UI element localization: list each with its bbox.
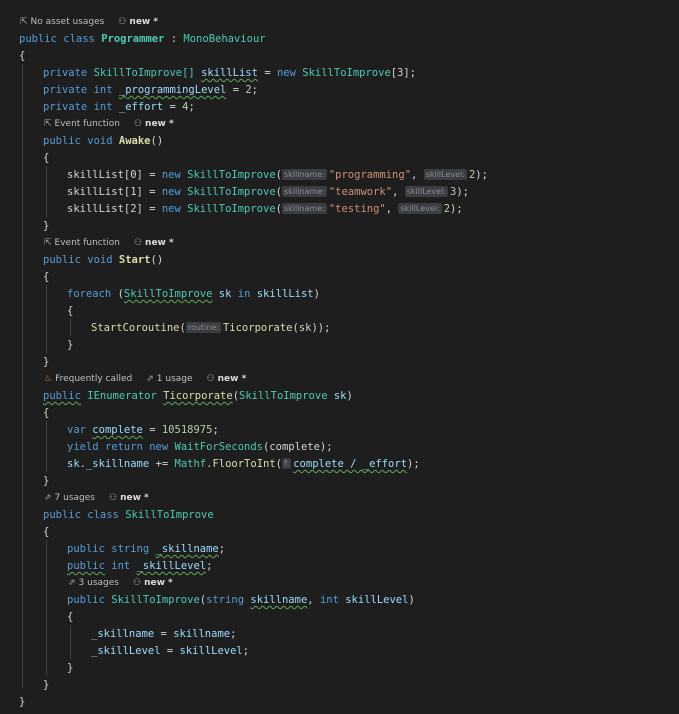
- inlay-hint: skillname:: [281, 186, 327, 197]
- codelens-skilltoimprove: ⇗ 7 usages ⚇ new *: [44, 490, 163, 507]
- event-function-link[interactable]: ⇱ Event function: [44, 116, 120, 133]
- codelens-programmer: ⇱ No asset usages ⚇ new *: [20, 14, 172, 31]
- person-icon: ⚇: [108, 493, 118, 503]
- author-info[interactable]: ⚇ new *: [134, 235, 174, 252]
- code-line[interactable]: _skillLevel = skillLevel;: [91, 643, 249, 660]
- person-icon: ⚇: [206, 374, 215, 384]
- indent-guide: [46, 540, 47, 676]
- event-icon: ⇱: [44, 119, 52, 129]
- indent-guide: [22, 64, 23, 688]
- code-line[interactable]: public int _skillLevel;: [67, 558, 212, 575]
- code-line[interactable]: }: [67, 660, 73, 677]
- code-line[interactable]: }: [43, 473, 49, 490]
- inlay-hint: skillLevel:: [423, 169, 467, 180]
- indent-guide: [70, 625, 71, 659]
- author-info[interactable]: ⚇ new *: [109, 490, 149, 507]
- code-line[interactable]: private int _effort = 4;: [43, 99, 195, 116]
- code-line[interactable]: {: [19, 48, 25, 65]
- person-icon: ⚇: [133, 238, 143, 248]
- frequently-called-info[interactable]: ♨ Frequently called: [44, 371, 132, 388]
- code-line[interactable]: private int _programmingLevel = 2;: [43, 82, 258, 99]
- author-info[interactable]: ⚇ new *: [133, 575, 173, 592]
- code-line[interactable]: skillList[2] = new SkillToImprove(skilln…: [67, 201, 463, 218]
- usages-link[interactable]: ⇗ 1 usage: [146, 371, 192, 388]
- code-line[interactable]: }: [43, 218, 49, 235]
- codelens-awake: ⇱ Event function ⚇ new *: [44, 116, 188, 133]
- code-line[interactable]: }: [67, 337, 73, 354]
- external-link-icon: ⇗: [146, 374, 154, 384]
- inlay-hint: routine:: [185, 322, 221, 333]
- codelens-start: ⇱ Event function ⚇ new *: [44, 235, 188, 252]
- event-function-link[interactable]: ⇱ Event function: [44, 235, 120, 252]
- codelens-ticorporate: ♨ Frequently called ⇗ 1 usage ⚇ new *: [44, 371, 260, 388]
- code-line[interactable]: public SkillToImprove(string skillname, …: [67, 592, 415, 609]
- code-editor[interactable]: ⇱ No asset usages ⚇ new * public class Prog…: [0, 0, 679, 714]
- author-info[interactable]: ⚇ new *: [134, 116, 174, 133]
- external-link-icon: ⇗: [68, 578, 76, 588]
- code-line[interactable]: sk._skillname += Mathf.FloorToInt(f: comp…: [67, 456, 420, 473]
- person-icon: ⚇: [132, 578, 142, 588]
- inlay-hint: f:: [282, 458, 292, 469]
- code-line[interactable]: var complete = 10518975;: [67, 422, 219, 439]
- code-line[interactable]: }: [19, 694, 25, 711]
- external-link-icon: ⇗: [44, 493, 52, 503]
- usages-link[interactable]: ⇗ 3 usages: [68, 575, 119, 592]
- usages-link[interactable]: ⇗ 7 usages: [44, 490, 95, 507]
- code-line[interactable]: {: [43, 150, 49, 167]
- code-line[interactable]: yield return new WaitForSeconds(complete…: [67, 439, 333, 456]
- code-line[interactable]: StartCoroutine(routine: Ticorporate(sk));: [91, 320, 330, 337]
- code-line[interactable]: foreach (SkillToImprove sk in skillList): [67, 286, 320, 303]
- indent-guide: [46, 421, 47, 472]
- code-line[interactable]: public string _skillname;: [67, 541, 225, 558]
- code-line[interactable]: skillList[1] = new SkillToImprove(skilln…: [67, 184, 469, 201]
- code-line[interactable]: {: [43, 524, 49, 541]
- code-line[interactable]: {: [67, 609, 73, 626]
- code-line[interactable]: public class Programmer : MonoBehaviour: [19, 31, 266, 48]
- person-icon: ⚇: [133, 119, 143, 129]
- code-line[interactable]: }: [43, 354, 49, 371]
- usages-link[interactable]: ⇱ No asset usages: [20, 14, 104, 31]
- event-icon: ⇱: [44, 238, 52, 248]
- inlay-hint: skillLevel:: [404, 186, 448, 197]
- code-line[interactable]: public IEnumerator Ticorporate(SkillToIm…: [43, 388, 353, 405]
- code-line[interactable]: skillList[0] = new SkillToImprove(skilln…: [67, 167, 488, 184]
- inlay-hint: skillname:: [281, 169, 327, 180]
- code-line[interactable]: public class SkillToImprove: [43, 507, 214, 524]
- indent-guide: [46, 285, 47, 353]
- author-info[interactable]: ⚇ new *: [118, 14, 158, 31]
- inlay-hint: skillLevel:: [398, 203, 442, 214]
- codelens-constructor: ⇗ 3 usages ⚇ new *: [68, 575, 187, 592]
- code-line[interactable]: private SkillToImprove[] skillList = new…: [43, 65, 416, 82]
- inlay-hint: skillname:: [281, 203, 327, 214]
- code-line[interactable]: _skillname = skillname;: [91, 626, 236, 643]
- asset-link-icon: ⇱: [20, 17, 28, 27]
- code-line[interactable]: {: [67, 303, 73, 320]
- code-line[interactable]: {: [43, 405, 49, 422]
- code-line[interactable]: }: [43, 677, 49, 694]
- author-info[interactable]: ⚇ new *: [207, 371, 247, 388]
- indent-guide: [70, 319, 71, 336]
- indent-guide: [46, 166, 47, 217]
- code-line[interactable]: {: [43, 269, 49, 286]
- person-icon: ⚇: [118, 17, 127, 27]
- code-line[interactable]: public void Start(): [43, 252, 163, 269]
- code-line[interactable]: public void Awake(): [43, 133, 163, 150]
- flame-icon: ♨: [44, 374, 53, 384]
